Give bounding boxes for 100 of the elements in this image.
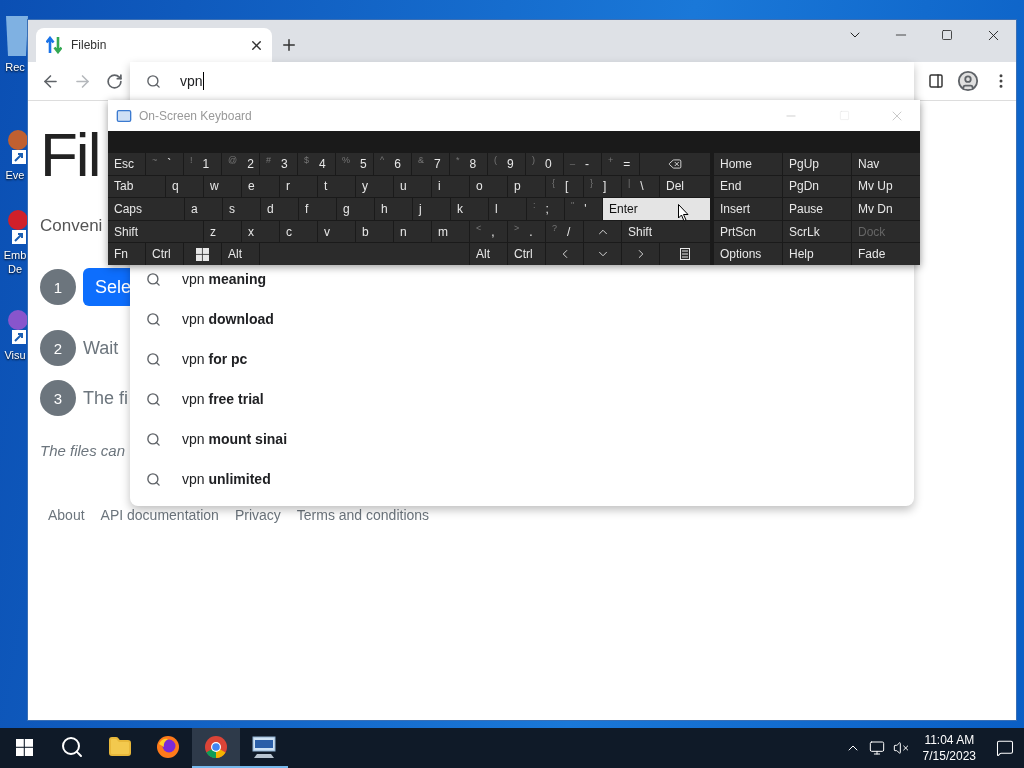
footer-link[interactable]: API documentation <box>100 507 219 523</box>
key[interactable]: e <box>242 175 279 198</box>
key[interactable]: } ] <box>584 175 621 198</box>
footer-link[interactable]: Privacy <box>234 507 281 523</box>
key[interactable]: Alt <box>470 243 507 265</box>
suggestion-item[interactable]: vpn unlimited <box>130 459 914 499</box>
key[interactable]: i <box>432 175 469 198</box>
key[interactable]: Ctrl <box>508 243 545 265</box>
side-panel-icon[interactable] <box>928 73 944 89</box>
taskbar-button[interactable] <box>192 728 240 768</box>
browser-tab[interactable]: Filebin <box>36 28 272 62</box>
key[interactable]: c <box>280 220 317 243</box>
key[interactable]: Shift <box>622 220 710 243</box>
key[interactable]: Help <box>783 243 851 265</box>
key[interactable]: Nav <box>852 153 920 175</box>
key[interactable]: Mv Dn <box>852 198 920 220</box>
key[interactable]: ! 1 <box>184 153 221 175</box>
key[interactable]: $ 4 <box>298 153 335 175</box>
key[interactable]: Esc <box>108 153 145 175</box>
key[interactable]: o <box>470 175 507 198</box>
key[interactable]: ~ ` <box>146 153 183 175</box>
key[interactable]: f <box>299 198 336 220</box>
key[interactable]: Enter <box>603 198 710 220</box>
key[interactable]: j <box>413 198 450 220</box>
key[interactable]: Mv Up <box>852 175 920 198</box>
footer-link[interactable]: Terms and conditions <box>296 507 430 523</box>
suggestion-item[interactable]: vpn mount sinai <box>130 419 914 459</box>
key[interactable] <box>184 243 221 265</box>
key[interactable]: h <box>375 198 412 220</box>
key[interactable]: ? / <box>546 220 583 243</box>
key[interactable]: Home <box>714 153 782 175</box>
suggestion-item[interactable]: vpn for pc <box>130 339 914 379</box>
windows-icon <box>196 247 209 261</box>
notification-icon[interactable] <box>996 739 1014 757</box>
search-icon <box>146 391 161 407</box>
key[interactable]: Del <box>660 175 710 198</box>
key[interactable]: z <box>204 220 241 243</box>
key[interactable]: Fn <box>108 243 145 265</box>
key[interactable]: % 5 <box>336 153 373 175</box>
key[interactable]: Caps <box>108 198 184 220</box>
key[interactable]: Insert <box>714 198 782 220</box>
key[interactable]: t <box>318 175 355 198</box>
profile-icon[interactable] <box>957 70 979 92</box>
suggestion-item[interactable]: vpn free trial <box>130 379 914 419</box>
new-tab-icon[interactable] <box>280 36 298 54</box>
key[interactable]: > . <box>508 220 545 243</box>
key[interactable]: ) 0 <box>526 153 563 175</box>
key[interactable]: Tab <box>108 175 165 198</box>
key[interactable]: PgUp <box>783 153 851 175</box>
key[interactable]: : ; <box>527 198 564 220</box>
key[interactable]: End <box>714 175 782 198</box>
key[interactable]: ( 9 <box>488 153 525 175</box>
clock[interactable]: 11:04 AM 7/15/2023 <box>922 732 976 764</box>
key[interactable] <box>660 243 710 265</box>
key[interactable]: s <box>223 198 260 220</box>
muted-speaker-icon[interactable] <box>892 740 909 756</box>
key[interactable]: a <box>185 198 222 220</box>
key[interactable]: Fade <box>852 243 920 265</box>
key[interactable]: Alt <box>222 243 259 265</box>
key[interactable]: n <box>394 220 431 243</box>
key[interactable]: ScrLk <box>783 220 851 243</box>
key[interactable]: " ' <box>565 198 602 220</box>
key[interactable]: | \ <box>622 175 659 198</box>
key[interactable]: x <box>242 220 279 243</box>
key[interactable]: + = <box>602 153 639 175</box>
key[interactable]: @ 2 <box>222 153 259 175</box>
key[interactable]: # 3 <box>260 153 297 175</box>
key[interactable]: y <box>356 175 393 198</box>
key[interactable]: u <box>394 175 431 198</box>
key[interactable]: PrtScn <box>714 220 782 243</box>
key[interactable]: ^ 6 <box>374 153 411 175</box>
key[interactable]: PgDn <box>783 175 851 198</box>
key[interactable]: p <box>508 175 545 198</box>
footer-link[interactable]: About <box>48 507 85 523</box>
key[interactable]: q <box>166 175 203 198</box>
key[interactable]: Pause <box>783 198 851 220</box>
key[interactable]: & 7 <box>412 153 449 175</box>
key[interactable]: v <box>318 220 355 243</box>
key[interactable]: d <box>261 198 298 220</box>
key[interactable]: g <box>337 198 374 220</box>
step-number: 1 <box>40 269 76 305</box>
key[interactable]: < , <box>470 220 507 243</box>
key[interactable]: { [ <box>546 175 583 198</box>
reload-icon[interactable] <box>105 72 123 90</box>
key[interactable]: Options <box>714 243 782 265</box>
key[interactable]: Ctrl <box>146 243 183 265</box>
key[interactable]: Shift <box>108 220 203 243</box>
key[interactable]: b <box>356 220 393 243</box>
up-down-arrows-icon <box>46 36 62 54</box>
key[interactable]: w <box>204 175 241 198</box>
key[interactable]: * 8 <box>450 153 487 175</box>
key[interactable]: m <box>432 220 469 243</box>
key[interactable]: k <box>451 198 488 220</box>
maximize-icon[interactable] <box>941 29 953 41</box>
search-icon <box>146 431 161 447</box>
network-icon[interactable] <box>868 740 885 756</box>
key[interactable]: l <box>489 198 526 220</box>
key[interactable]: r <box>280 175 317 198</box>
address-field[interactable]: vpn <box>180 70 914 92</box>
key[interactable]: _ - <box>564 153 601 175</box>
